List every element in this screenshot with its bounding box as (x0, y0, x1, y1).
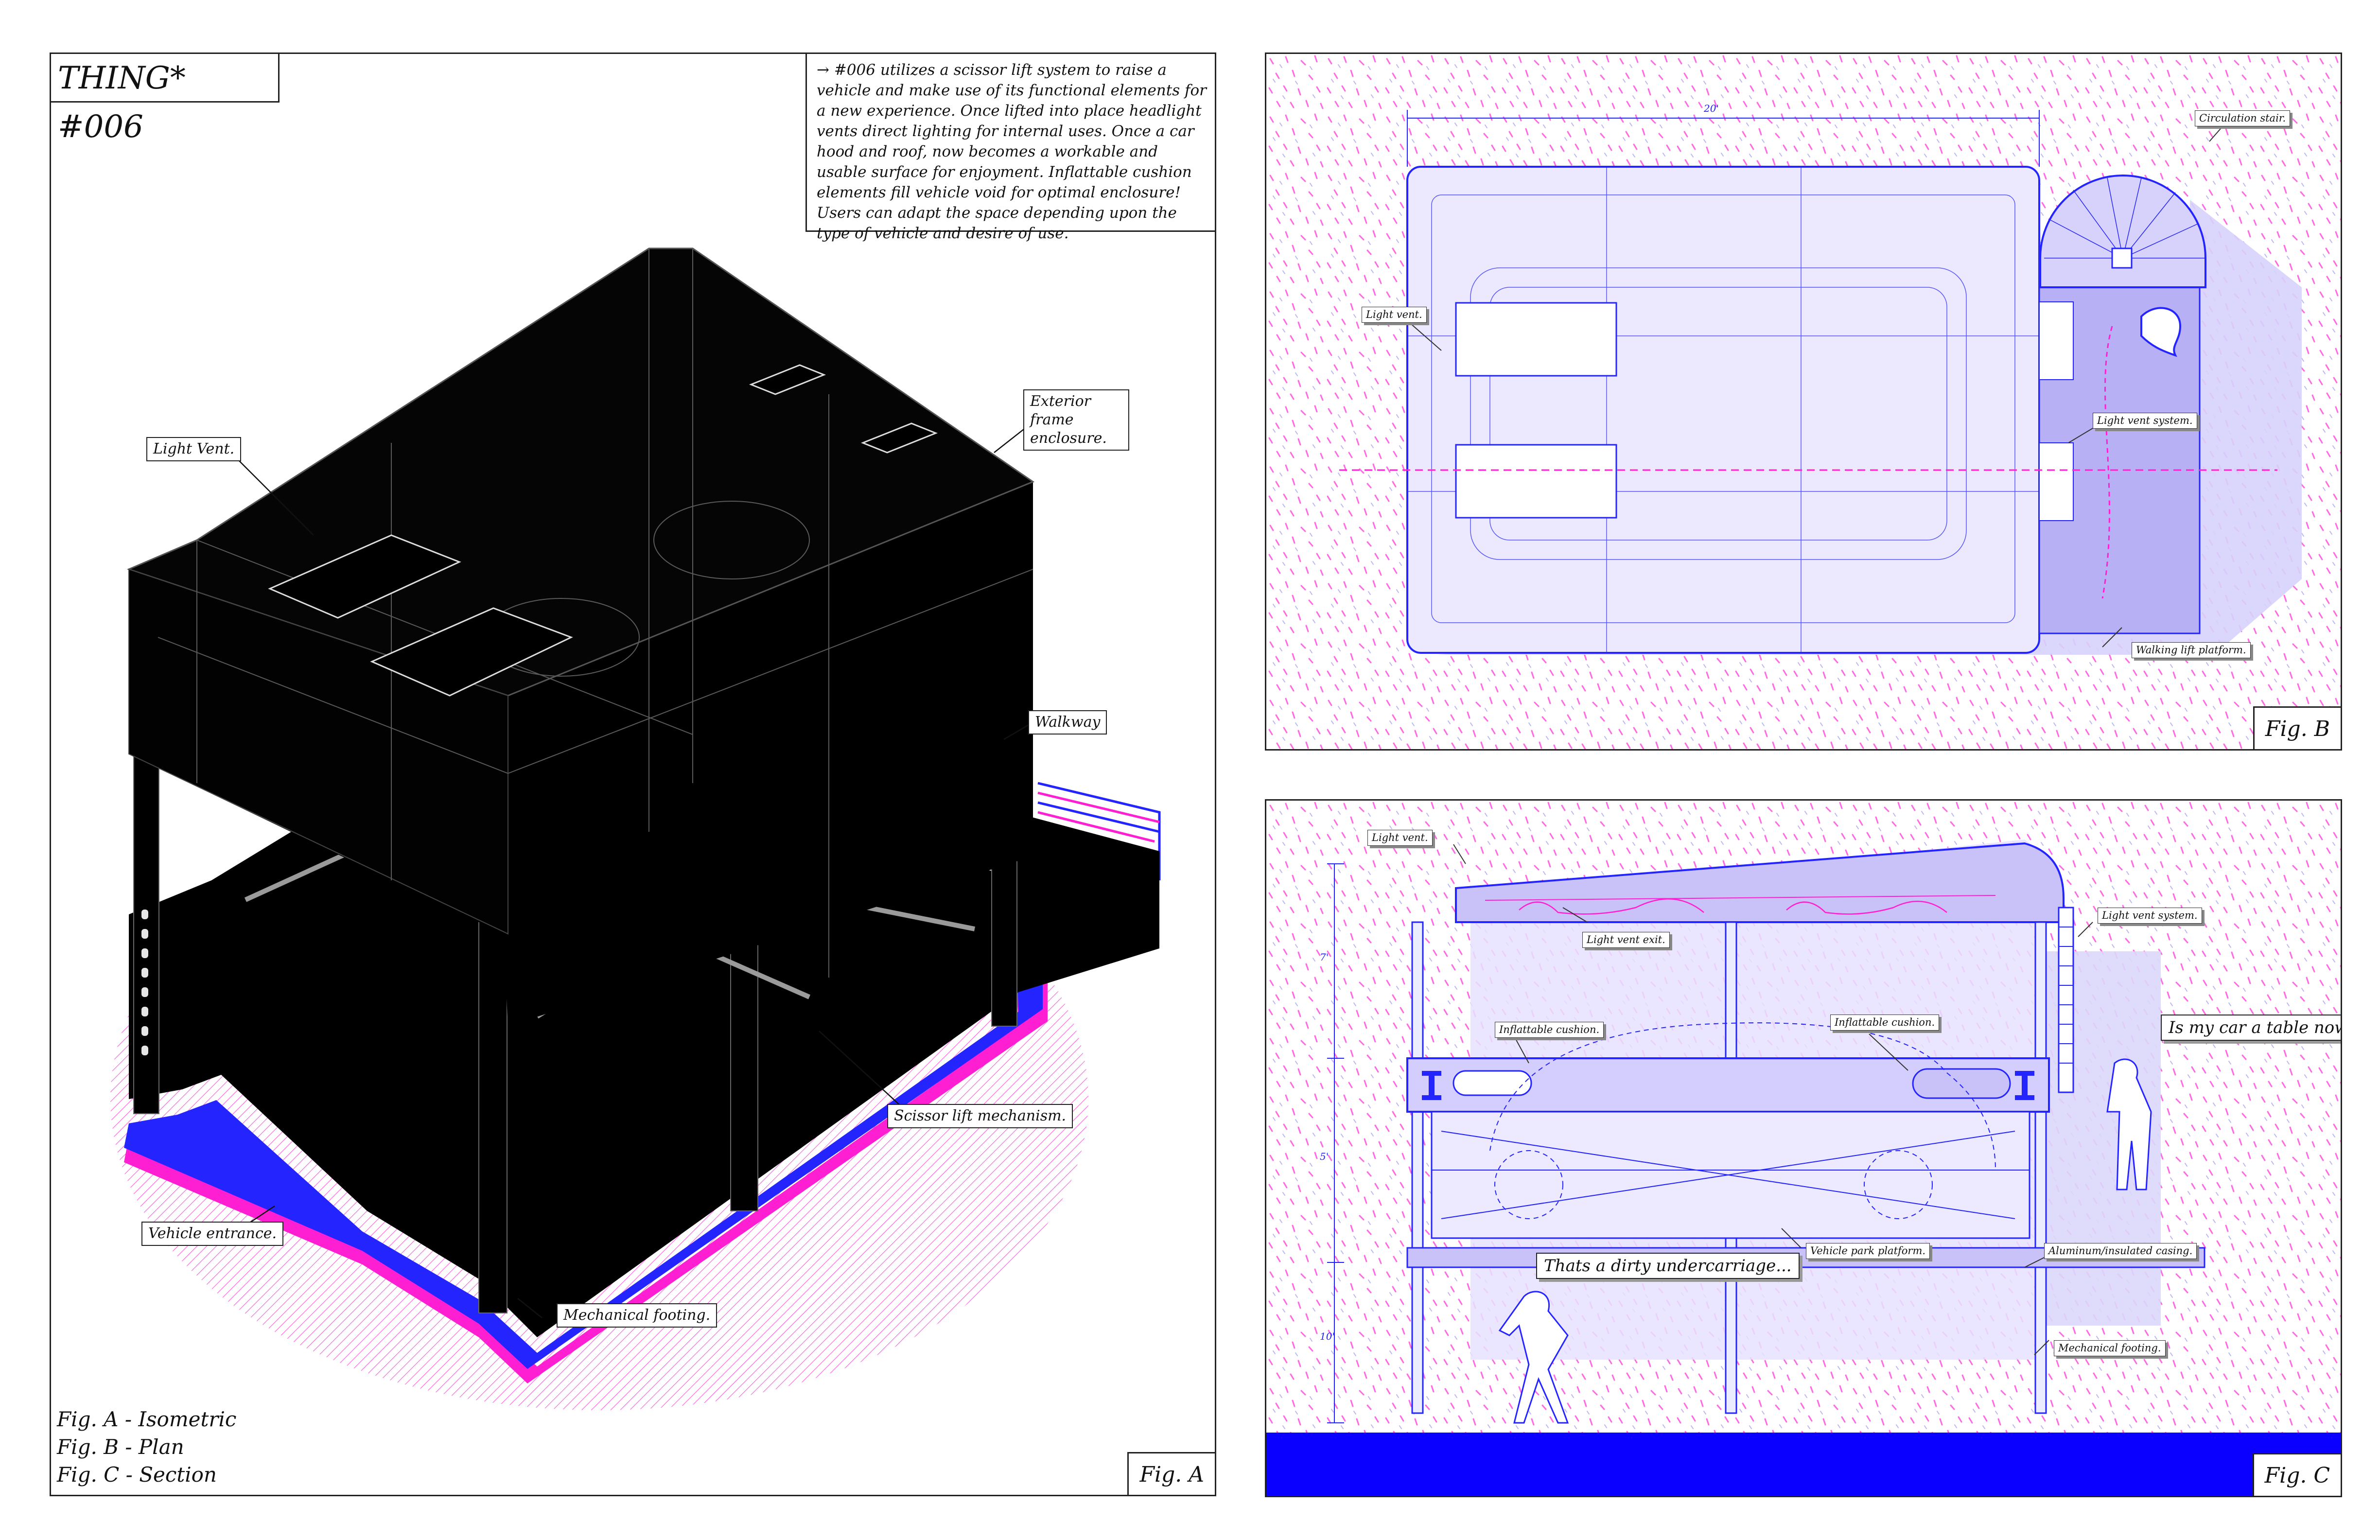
label-walking-lift-platform: Walking lift platform. (2132, 642, 2251, 658)
section-dim-5: 5' (1320, 1151, 1329, 1162)
label-cushion-left: Inflattable cushion. (1495, 1022, 1604, 1038)
fig-a-tag: Fig. A (1127, 1452, 1215, 1495)
label-cushion-right: Inflattable cushion. (1830, 1015, 1940, 1031)
legend-item-c: Fig. C - Section (57, 1463, 217, 1487)
legend-item-a: Fig. A - Isometric (57, 1407, 237, 1431)
project-description: → #006 utilizes a scissor lift system to… (805, 54, 1215, 242)
legend-item-b: Fig. B - Plan (57, 1435, 184, 1459)
label-walkway: Walkway (1028, 710, 1107, 735)
speech-bubble-undercarriage: Thats a dirty undercarriage... (1536, 1253, 1800, 1279)
fig-c-panel: 7' 5' 10' Light vent. Light vent exit. L… (1265, 799, 2342, 1497)
section-dim-7: 7' (1320, 951, 1329, 963)
label-casing: Aluminum/insulated casing. (2044, 1243, 2197, 1259)
label-section-light-vent: Light vent. (1367, 830, 1433, 846)
label-vehicle-park-platform: Vehicle park platform. (1806, 1243, 1930, 1259)
section-cushion-left (1452, 1070, 1532, 1096)
speech-bubble-table: Is my car a table now? (2161, 1015, 2341, 1041)
fig-b-panel: 20' Circulation stair. Light vent. Light… (1265, 52, 2342, 751)
section-ground (1266, 1433, 2341, 1496)
label-circulation-stair: Circulation stair. (2195, 110, 2291, 126)
label-plan-light-vent-system: Light vent system. (2093, 413, 2197, 429)
fig-c-tag: Fig. C (2252, 1453, 2341, 1496)
plan-light-vent-1 (1455, 302, 1617, 377)
plan-light-vent-2 (1455, 444, 1617, 519)
label-light-vent-exit: Light vent exit. (1582, 932, 1670, 948)
isometric-drawing (110, 247, 1161, 1410)
label-light-vent: Light Vent. (146, 437, 242, 461)
label-exterior-frame: Exterior frame enclosure. (1023, 389, 1129, 451)
fig-a-panel: THING* #006 → #006 utilizes a scissor li… (50, 52, 1216, 1496)
figure-legend: Fig. A - Isometric Fig. B - Plan Fig. C … (57, 1405, 236, 1488)
label-section-mechanical-footing: Mechanical footing. (2054, 1340, 2166, 1356)
label-scissor-lift: Scissor lift mechanism. (887, 1104, 1073, 1128)
fig-b-tag: Fig. B (2253, 706, 2341, 749)
section-dim-10: 10' (1320, 1330, 1335, 1342)
sheet-title: THING* #006 (51, 54, 280, 145)
label-mechanical-footing: Mechanical footing. (557, 1303, 718, 1328)
label-vehicle-entrance: Vehicle entrance. (141, 1222, 284, 1246)
section-drawing (1266, 801, 2341, 1496)
label-section-light-vent-system: Light vent system. (2098, 908, 2202, 924)
section-cushion-right (1912, 1068, 2011, 1099)
plan-car-body (1406, 166, 2040, 654)
label-plan-light-vent: Light vent. (1362, 307, 1427, 323)
plan-dimension-label: 20' (1704, 103, 1719, 114)
